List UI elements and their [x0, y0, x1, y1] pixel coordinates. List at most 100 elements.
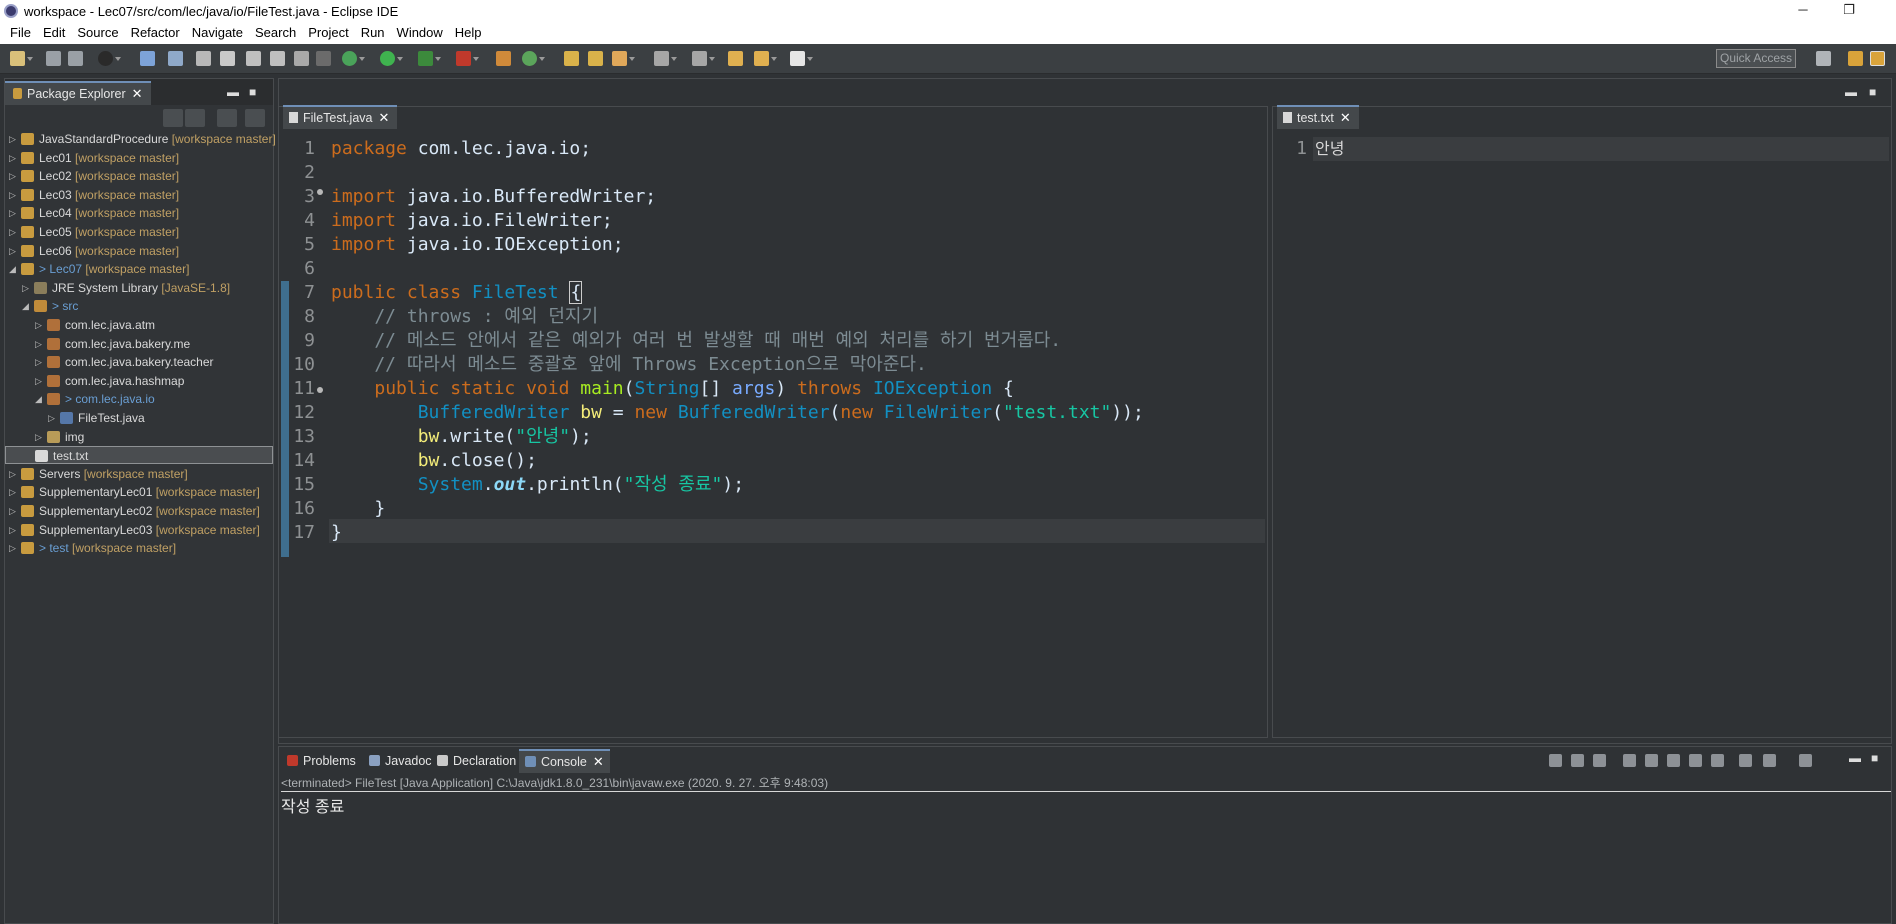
tree-item[interactable]: ◢ > Lec07 [workspace master] — [5, 260, 273, 278]
collapse-all-icon[interactable] — [163, 109, 183, 127]
tree-item[interactable]: ▷ Lec05 [workspace master] — [5, 223, 273, 241]
previous-annotation-icon[interactable] — [692, 51, 715, 66]
tree-item[interactable]: ▷ Lec06 [workspace master] — [5, 242, 273, 260]
restore-button[interactable]: ❐ — [1826, 0, 1872, 22]
tree-item[interactable]: ◢ > src — [5, 297, 273, 315]
java-perspective-icon[interactable] — [1870, 51, 1885, 66]
forward-arrow-icon[interactable] — [790, 51, 813, 66]
last-edit-location-icon[interactable] — [728, 51, 743, 66]
tree-item[interactable]: ▷ com.lec.java.bakery.me — [5, 335, 273, 353]
open-task-icon[interactable] — [588, 51, 603, 66]
tab-console[interactable]: Console ✕ — [519, 749, 610, 773]
fold-marker-icon[interactable] — [317, 189, 323, 195]
focus-icon[interactable] — [217, 109, 237, 127]
run-icon[interactable] — [380, 51, 403, 66]
expand-arrow-icon[interactable]: ▷ — [48, 409, 58, 427]
tree-item[interactable]: ▷ JavaStandardProcedure [workspace master… — [5, 130, 276, 148]
console-maximize-icon[interactable]: ■ — [1871, 751, 1878, 765]
fold-marker-icon[interactable] — [317, 387, 323, 393]
debug-icon[interactable] — [342, 51, 365, 66]
expand-arrow-icon[interactable]: ▷ — [35, 353, 45, 371]
word-wrap-icon[interactable] — [1667, 754, 1680, 767]
word-wrap-icon[interactable] — [270, 51, 285, 66]
open-console-icon[interactable] — [1799, 754, 1812, 767]
expand-arrow-icon[interactable]: ▷ — [35, 316, 45, 334]
tree-item[interactable]: ▷ Servers [workspace master] — [5, 465, 273, 483]
collapse-arrow-icon[interactable]: ◢ — [9, 260, 19, 278]
tree-item[interactable]: ▷ Lec03 [workspace master] — [5, 186, 273, 204]
expand-arrow-icon[interactable]: ▷ — [22, 279, 32, 297]
expand-arrow-icon[interactable]: ▷ — [35, 335, 45, 353]
console-minimize-icon[interactable]: ▬ — [1849, 751, 1861, 765]
menu-project[interactable]: Project — [302, 22, 354, 44]
minimize-button[interactable]: ─ — [1780, 0, 1826, 22]
expand-arrow-icon[interactable]: ▷ — [35, 428, 45, 446]
pin-console-icon[interactable] — [1739, 754, 1752, 767]
tab-package-explorer[interactable]: Package Explorer ✕ — [5, 81, 151, 105]
console-output[interactable]: 작성 종료 — [281, 793, 344, 817]
expand-arrow-icon[interactable]: ▷ — [9, 223, 19, 241]
java-ee-perspective-icon[interactable] — [1848, 51, 1863, 66]
editor-maximize-icon[interactable]: ■ — [1869, 85, 1876, 99]
expand-arrow-icon[interactable]: ▷ — [9, 539, 19, 557]
save-icon[interactable] — [46, 51, 61, 66]
terminate-icon[interactable] — [1549, 754, 1562, 767]
menu-navigate[interactable]: Navigate — [186, 22, 249, 44]
menu-help[interactable]: Help — [449, 22, 488, 44]
tree-item[interactable]: ▷ img — [5, 428, 273, 446]
new-icon[interactable] — [10, 51, 33, 66]
expand-arrow-icon[interactable]: ▷ — [9, 483, 19, 501]
tree-item[interactable]: ▷ SupplementaryLec03 [workspace master] — [5, 521, 273, 539]
mark-occurrences-icon[interactable] — [220, 51, 235, 66]
expand-arrow-icon[interactable]: ▷ — [9, 521, 19, 539]
quick-access-field[interactable]: Quick Access — [1716, 49, 1796, 68]
tree-item[interactable]: ▷ FileTest.java — [5, 409, 273, 427]
tree-item[interactable]: ▷ SupplementaryLec01 [workspace master] — [5, 483, 273, 501]
show-on-error-icon[interactable] — [1711, 754, 1724, 767]
clear-console-icon[interactable] — [1623, 754, 1636, 767]
scroll-lock-icon[interactable] — [1645, 754, 1658, 767]
tree-item[interactable]: ▷ Lec02 [workspace master] — [5, 167, 273, 185]
expand-arrow-icon[interactable]: ▷ — [35, 372, 45, 390]
block-selection-icon[interactable] — [246, 51, 261, 66]
open-type-icon[interactable] — [564, 51, 579, 66]
menu-refactor[interactable]: Refactor — [125, 22, 186, 44]
expand-arrow-icon[interactable]: ▷ — [9, 130, 19, 148]
new-java-project-icon[interactable] — [496, 51, 511, 66]
new-class-icon[interactable] — [522, 51, 545, 66]
menu-window[interactable]: Window — [391, 22, 449, 44]
tree-item[interactable]: ▷ com.lec.java.bakery.teacher — [5, 353, 273, 371]
expand-arrow-icon[interactable]: ▷ — [9, 167, 19, 185]
terminal-icon[interactable] — [140, 51, 155, 66]
text-area[interactable]: 1 안녕 — [1273, 107, 1893, 739]
tree-item[interactable]: test.txt — [5, 446, 273, 465]
tab-problems[interactable]: Problems — [281, 749, 362, 773]
tab-declaration[interactable]: Declaration — [431, 749, 522, 773]
open-perspective-icon[interactable] — [1816, 51, 1831, 66]
menu-source[interactable]: Source — [71, 22, 124, 44]
back-arrow-icon[interactable] — [754, 51, 777, 66]
maximize-icon[interactable]: ■ — [249, 85, 256, 99]
close-icon[interactable]: ✕ — [132, 86, 143, 101]
collapse-arrow-icon[interactable]: ◢ — [22, 297, 32, 315]
next-annotation-icon[interactable] — [654, 51, 677, 66]
menu-search[interactable]: Search — [249, 22, 302, 44]
expand-arrow-icon[interactable]: ▷ — [9, 502, 19, 520]
remove-all-icon[interactable] — [1593, 754, 1606, 767]
tree-item[interactable]: ▷ Lec01 [workspace master] — [5, 149, 273, 167]
pilcrow-icon[interactable] — [316, 51, 331, 66]
profile-icon[interactable] — [98, 51, 121, 66]
tree-item[interactable]: ▷ > test [workspace master] — [5, 539, 273, 557]
expand-arrow-icon[interactable]: ▷ — [9, 465, 19, 483]
link-with-editor-icon[interactable] — [185, 109, 205, 127]
close-icon[interactable]: ✕ — [593, 754, 604, 769]
display-console-icon[interactable] — [1763, 754, 1776, 767]
minimize-icon[interactable]: ▬ — [227, 85, 239, 99]
tree-item[interactable]: ▷ SupplementaryLec02 [workspace master] — [5, 502, 273, 520]
save-all-icon[interactable] — [68, 51, 83, 66]
menu-run[interactable]: Run — [355, 22, 391, 44]
menu-file[interactable]: File — [4, 22, 37, 44]
expand-arrow-icon[interactable]: ▷ — [9, 204, 19, 222]
toggle-comment-icon[interactable] — [196, 51, 211, 66]
editor-minimize-icon[interactable]: ▬ — [1845, 85, 1857, 99]
